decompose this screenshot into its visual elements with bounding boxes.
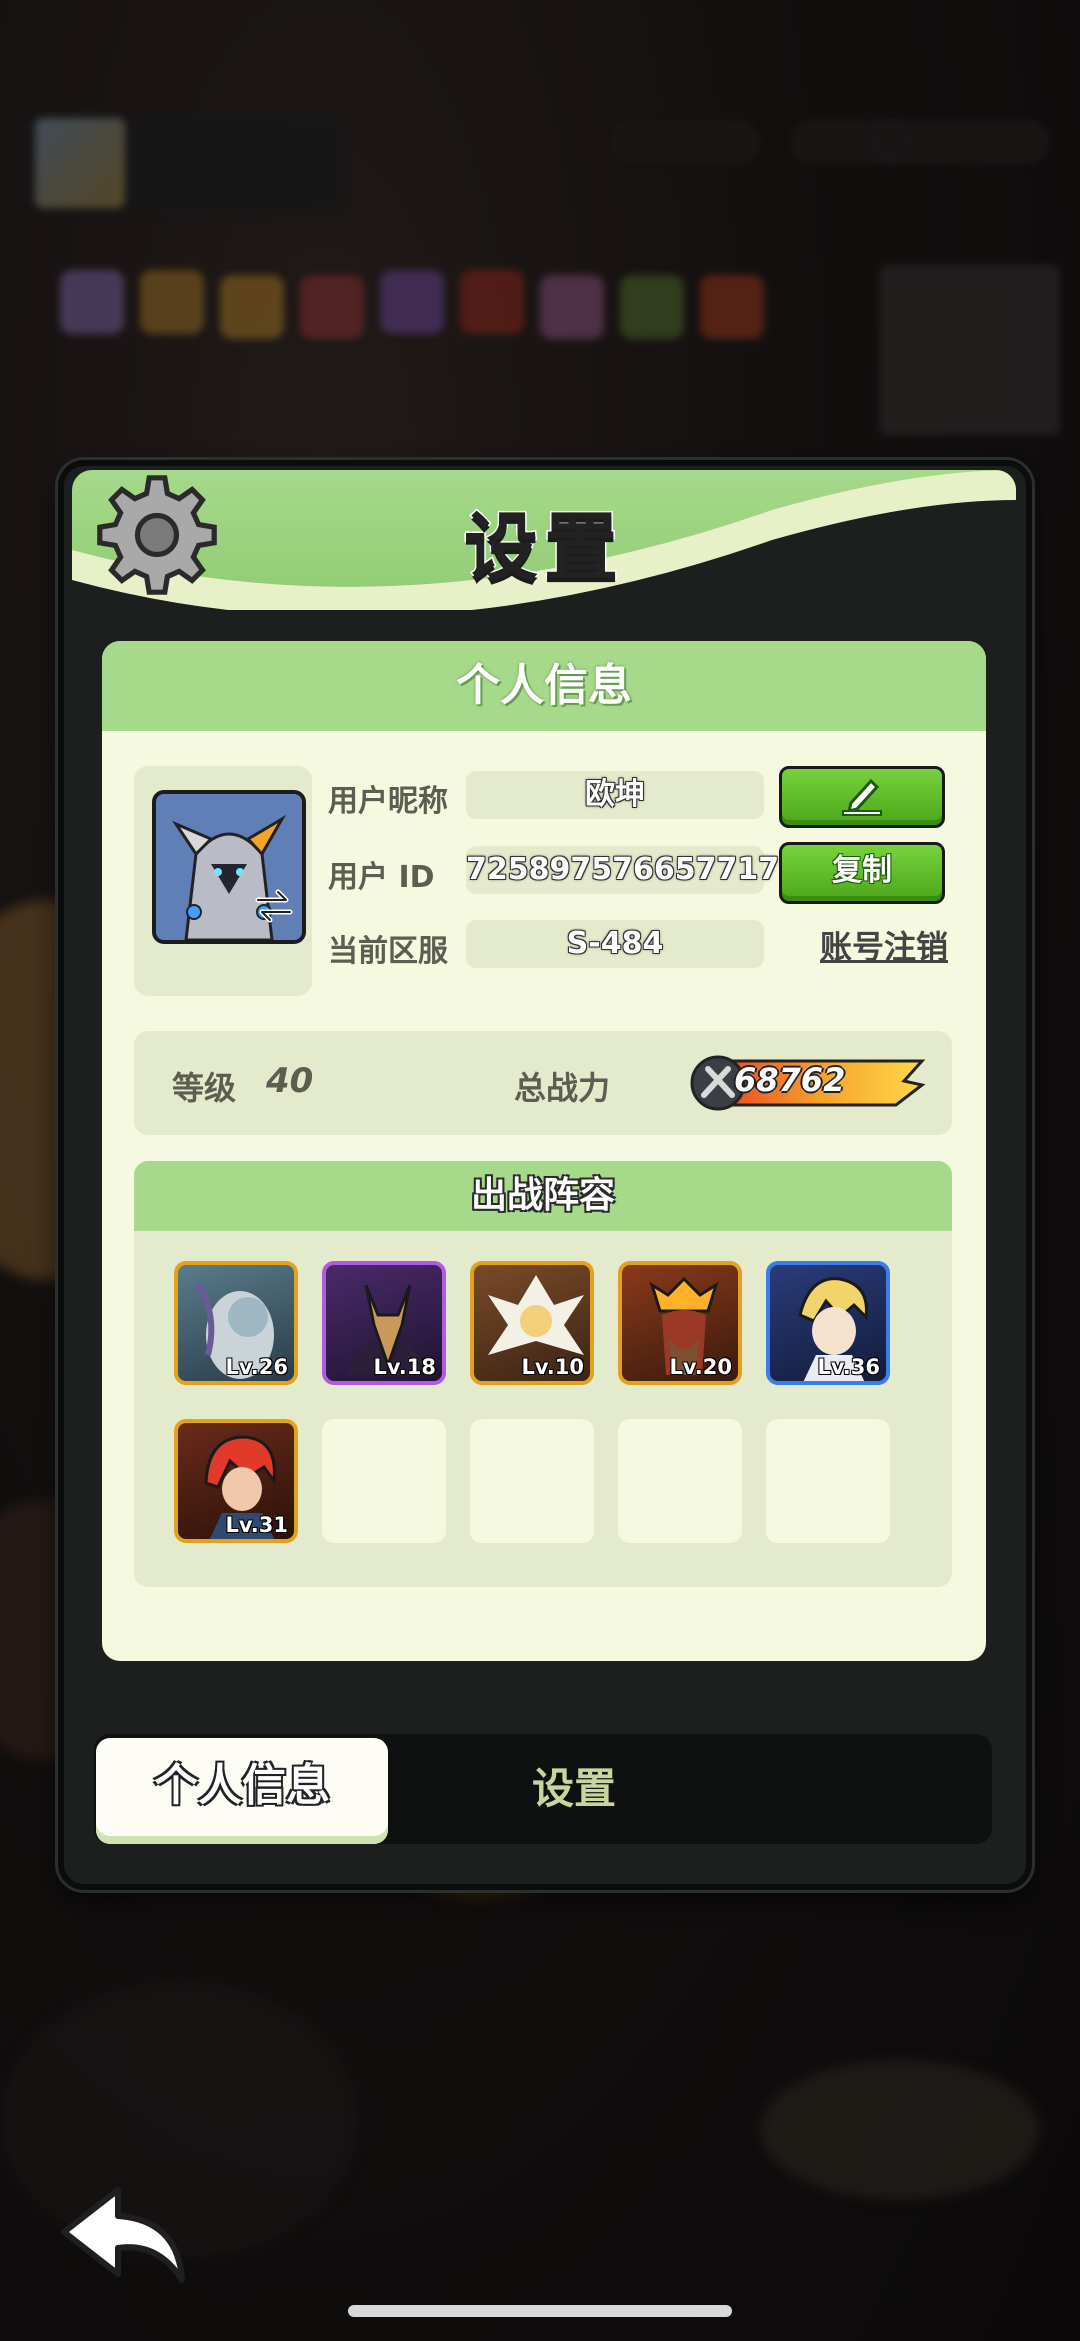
tab-bar: 个人信息 设置 xyxy=(94,1734,992,1844)
level-label: 等级 xyxy=(172,1069,237,1107)
nickname-label: 用户昵称 xyxy=(328,784,448,819)
empty-hero-slot[interactable] xyxy=(766,1419,890,1543)
dialog-title: 设置 xyxy=(463,504,624,593)
settings-dialog: 设置 个人信息 用户昵称 欧坤 用户 ID 72589757665771790 … xyxy=(58,460,1032,1890)
edit-nickname-button[interactable] xyxy=(779,766,945,828)
server-label: 当前区服 xyxy=(328,934,448,969)
hero-slot-1[interactable]: Lv.26 xyxy=(174,1261,298,1385)
avatar-frame xyxy=(134,766,312,996)
user-id-label: 用户 ID xyxy=(328,860,435,895)
empty-hero-slot[interactable] xyxy=(618,1419,742,1543)
copy-id-button[interactable]: 复制 xyxy=(779,842,945,904)
panel-title: 个人信息 xyxy=(102,641,986,731)
hero-slot-6[interactable]: Lv.31 xyxy=(174,1419,298,1543)
battle-lineup: 出战阵容 Lv.26 Lv.18 Lv.10 Lv.20 Lv.36 Lv.31 xyxy=(134,1161,952,1587)
stats-bar: 等级 40 总战力 68762 xyxy=(134,1031,952,1135)
edit-pencil-icon xyxy=(842,778,882,816)
hero-level: Lv.18 xyxy=(373,1355,436,1379)
back-arrow-icon[interactable] xyxy=(58,2180,198,2290)
hero-level: Lv.10 xyxy=(521,1355,584,1379)
user-id-value: 72589757665771790 xyxy=(466,846,821,894)
tab-settings[interactable]: 设置 xyxy=(494,1734,654,1844)
power-value: 68762 xyxy=(734,1061,846,1099)
hero-slot-3[interactable]: Lv.10 xyxy=(470,1261,594,1385)
tab-personal-info[interactable]: 个人信息 xyxy=(96,1738,388,1844)
empty-hero-slot[interactable] xyxy=(322,1419,446,1543)
hero-level: Lv.31 xyxy=(225,1513,288,1537)
home-indicator[interactable] xyxy=(348,2305,732,2317)
power-label: 总战力 xyxy=(514,1069,611,1107)
personal-info-panel: 个人信息 用户昵称 欧坤 用户 ID 72589757665771790 复制 … xyxy=(102,641,986,1661)
hero-slot-5[interactable]: Lv.36 xyxy=(766,1261,890,1385)
server-value: S-484 xyxy=(466,920,764,968)
dialog-header: 设置 xyxy=(72,470,1016,610)
hero-level: Lv.26 xyxy=(225,1355,288,1379)
swap-avatar-icon[interactable] xyxy=(252,886,296,926)
empty-hero-slot[interactable] xyxy=(470,1419,594,1543)
level-value: 40 xyxy=(266,1061,314,1101)
profile-section: 用户昵称 欧坤 用户 ID 72589757665771790 复制 当前区服 … xyxy=(134,766,954,996)
nickname-value: 欧坤 xyxy=(466,771,764,819)
hero-slot-2[interactable]: Lv.18 xyxy=(322,1261,446,1385)
hero-level: Lv.20 xyxy=(669,1355,732,1379)
delete-account-link[interactable]: 账号注销 xyxy=(820,922,948,968)
lineup-title: 出战阵容 xyxy=(134,1161,952,1231)
hero-level: Lv.36 xyxy=(817,1355,880,1379)
hero-slot-4[interactable]: Lv.20 xyxy=(618,1261,742,1385)
